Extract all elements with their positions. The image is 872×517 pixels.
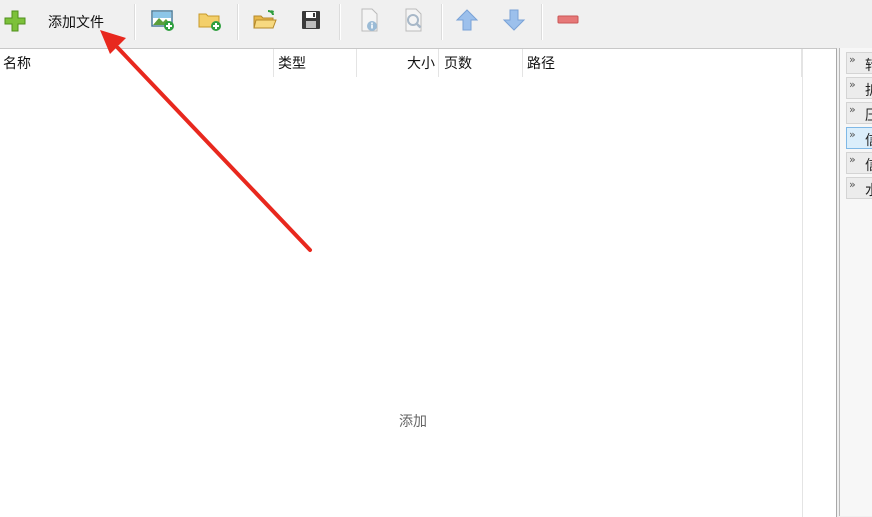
toolbar-separator xyxy=(237,4,239,40)
toolbar-separator xyxy=(134,4,136,40)
toolbar-separator xyxy=(441,4,443,40)
add-folder-button[interactable] xyxy=(193,0,227,40)
column-header-type[interactable]: 类型 xyxy=(275,49,357,77)
empty-list-hint: 添加 xyxy=(399,414,427,430)
side-tab-label: 信 xyxy=(865,155,872,173)
vertical-scrollbar[interactable] xyxy=(802,49,836,517)
double-chevron-icon: » xyxy=(849,53,856,66)
preview-button[interactable] xyxy=(397,0,431,40)
side-tab-label: 信 xyxy=(865,130,872,148)
side-tab-3[interactable]: » 压 xyxy=(846,102,872,124)
double-chevron-icon: » xyxy=(849,78,856,91)
add-image-icon xyxy=(150,8,176,32)
side-tab-label: 转 xyxy=(865,55,872,73)
save-button[interactable] xyxy=(294,0,328,40)
toolbar-separator xyxy=(541,4,543,40)
side-tab-1[interactable]: » 转 xyxy=(846,52,872,74)
plus-icon xyxy=(3,9,27,33)
side-tab-2[interactable]: » 拆 xyxy=(846,77,872,99)
double-chevron-icon: » xyxy=(849,178,856,191)
double-chevron-icon: » xyxy=(849,153,856,166)
add-file-label: 添加文件 xyxy=(48,15,104,31)
double-chevron-icon: » xyxy=(849,103,856,116)
column-header-path[interactable]: 路径 xyxy=(524,49,802,77)
add-image-button[interactable] xyxy=(146,0,180,40)
toolbar: 添加文件 xyxy=(0,0,872,46)
remove-icon xyxy=(556,8,580,32)
column-header-pages[interactable]: 页数 xyxy=(441,49,523,77)
add-folder-icon xyxy=(197,8,223,32)
file-info-button[interactable] xyxy=(352,0,386,40)
side-tab-6[interactable]: » 水 xyxy=(846,177,872,199)
double-chevron-icon: » xyxy=(849,128,856,141)
save-icon xyxy=(299,8,323,32)
toolbar-separator xyxy=(339,4,341,40)
move-down-icon xyxy=(502,8,526,32)
open-folder-button[interactable] xyxy=(248,0,282,40)
remove-button[interactable] xyxy=(551,0,585,40)
file-list[interactable]: 名称 类型 大小 页数 路径 添加 xyxy=(0,48,837,517)
side-tab-label: 拆 xyxy=(865,80,872,98)
side-panel: » 转 » 拆 » 压 » 信 » 信 » 水 xyxy=(839,48,872,516)
side-tab-label: 压 xyxy=(865,105,872,123)
move-down-button[interactable] xyxy=(497,0,531,40)
side-tab-label: 水 xyxy=(865,180,872,198)
side-tab-5[interactable]: » 信 xyxy=(846,152,872,174)
open-folder-icon xyxy=(252,8,278,32)
move-up-button[interactable] xyxy=(450,0,484,40)
move-up-icon xyxy=(455,8,479,32)
column-header-size[interactable]: 大小 xyxy=(357,49,439,77)
file-list-header: 名称 类型 大小 页数 路径 xyxy=(0,49,802,77)
column-header-name[interactable]: 名称 xyxy=(0,49,274,77)
file-info-icon xyxy=(357,7,381,33)
side-tab-4[interactable]: » 信 xyxy=(846,127,872,149)
preview-icon xyxy=(402,7,426,33)
add-file-button[interactable]: 添加文件 xyxy=(0,0,118,40)
